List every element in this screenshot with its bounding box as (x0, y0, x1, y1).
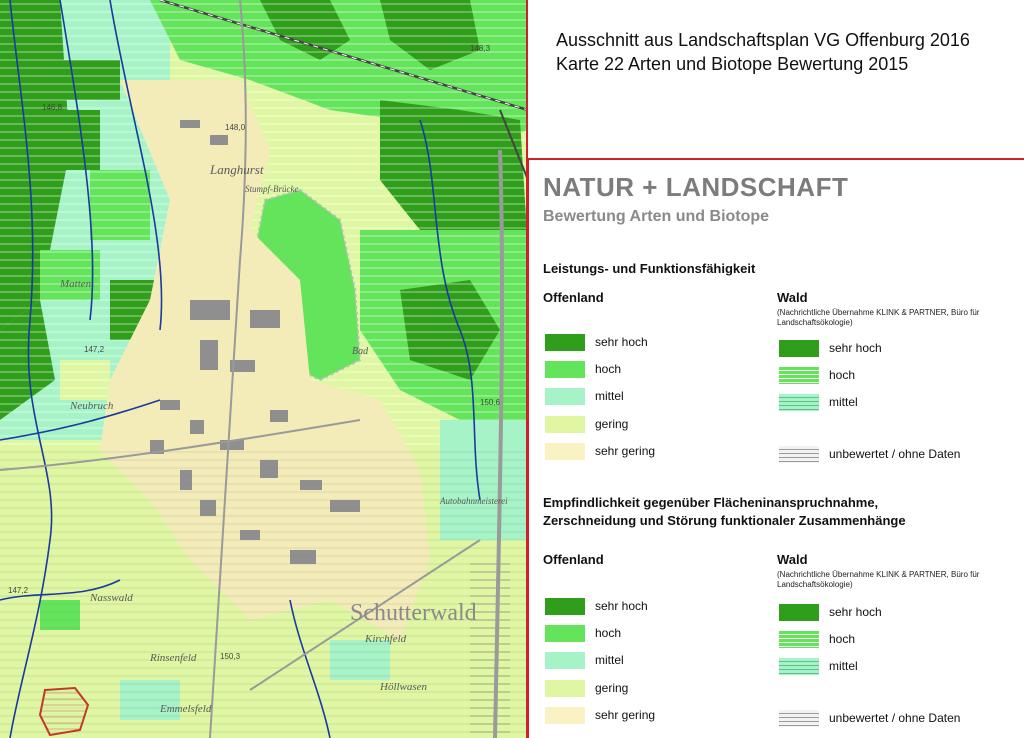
swatch-label: unbewertet / ohne Daten (829, 447, 961, 461)
elevation-label: 150,6 (480, 398, 501, 407)
swatch-label: mittel (829, 395, 858, 409)
swatch-unbewertet (779, 446, 819, 463)
wald-note: (Nachrichtliche Übernahme KLINK & PARTNE… (777, 308, 980, 327)
swatch-wald-mittel (779, 394, 819, 411)
landscape-map (0, 0, 526, 738)
unbewertet-area (470, 560, 510, 738)
place-label: Matten (60, 278, 92, 290)
swatch-label: hoch (595, 626, 622, 640)
swatch-wald-sehr-hoch (779, 604, 819, 621)
swatch-label: mittel (595, 653, 624, 667)
swatch-label: gering (595, 681, 629, 695)
swatch-label: sehr hoch (829, 605, 882, 619)
swatch-sehr-gering (545, 707, 585, 724)
swatch-label: unbewertet / ohne Daten (829, 711, 961, 725)
swatch-label: sehr gering (595, 708, 656, 722)
swatch-label: sehr hoch (595, 599, 648, 613)
swatch-gering (545, 416, 585, 433)
place-label: Rinsenfeld (150, 652, 197, 664)
swatch-mittel (545, 652, 585, 669)
offenland-heading: Offenland (543, 552, 604, 567)
legend-title: NATUR + LANDSCHAFT (543, 172, 849, 202)
swatch-hoch (545, 625, 585, 642)
swatch-label: mittel (595, 389, 624, 403)
place-label: Bad (352, 346, 369, 357)
caption-line: Karte 22 Arten und Biotope Bewertung 201… (556, 54, 909, 74)
swatch-sehr-gering (545, 443, 585, 460)
swatch-label: sehr hoch (829, 341, 882, 355)
place-label: Stumpf-Brücke (245, 184, 299, 194)
place-label: Höllwasen (380, 681, 428, 693)
legend-panel: NATUR + LANDSCHAFT Bewertung Arten und B… (527, 158, 1024, 738)
elevation-label: 148,0 (225, 123, 246, 132)
wald-heading: Wald (777, 290, 808, 305)
place-label: Langhurst (210, 162, 264, 177)
wald-note: (Nachrichtliche Übernahme KLINK & PARTNE… (777, 570, 980, 589)
swatch-label: hoch (595, 362, 622, 376)
swatch-sehr-hoch (545, 334, 585, 351)
swatch-label: sehr gering (595, 444, 656, 458)
elevation-label: 148,3 (470, 44, 491, 53)
elevation-label: 147,2 (84, 345, 105, 354)
swatch-wald-hoch (779, 367, 819, 384)
swatch-wald-hoch (779, 631, 819, 648)
section-heading: Empfindlichkeit gegenüber Flächeninanspr… (543, 494, 906, 530)
elevation-label: 147,2 (8, 586, 29, 595)
elevation-label: 146,8 (42, 103, 63, 112)
caption-line: Ausschnitt aus Landschaftsplan VG Offenb… (556, 30, 970, 50)
swatch-label: mittel (829, 659, 858, 673)
swatch-label: sehr hoch (595, 335, 648, 349)
section-heading-line: Zerschneidung und Störung funktionaler Z… (543, 513, 906, 528)
swatch-mittel (545, 388, 585, 405)
wald-heading: Wald (777, 552, 808, 567)
swatch-label: hoch (829, 632, 856, 646)
elevation-label: 150,3 (220, 652, 241, 661)
place-label: Kirchfeld (365, 633, 407, 645)
place-label: Autobahnmeisterei (440, 496, 508, 506)
map-panel[interactable]: Langhurst Matten Neubruch Nasswald Rinse… (0, 0, 528, 738)
swatch-hoch (545, 361, 585, 378)
swatch-label: gering (595, 417, 629, 431)
place-label: Schutterwald (350, 600, 477, 626)
caption: Ausschnitt aus Landschaftsplan VG Offenb… (556, 28, 970, 76)
offenland-heading: Offenland (543, 290, 604, 305)
legend-subtitle: Bewertung Arten und Biotope (543, 208, 770, 225)
swatch-label: hoch (829, 368, 856, 382)
section-heading: Leistungs- und Funktionsfähigkeit (543, 261, 756, 276)
boundary-marker (38, 686, 90, 737)
place-label: Emmelsfeld (160, 703, 212, 715)
swatch-gering (545, 680, 585, 697)
swatch-wald-sehr-hoch (779, 340, 819, 357)
place-label: Nasswald (90, 592, 133, 604)
section-heading-line: Empfindlichkeit gegenüber Flächeninanspr… (543, 495, 879, 510)
swatch-wald-mittel (779, 658, 819, 675)
swatch-sehr-hoch (545, 598, 585, 615)
place-label: Neubruch (70, 400, 114, 412)
swatch-unbewertet (779, 710, 819, 727)
